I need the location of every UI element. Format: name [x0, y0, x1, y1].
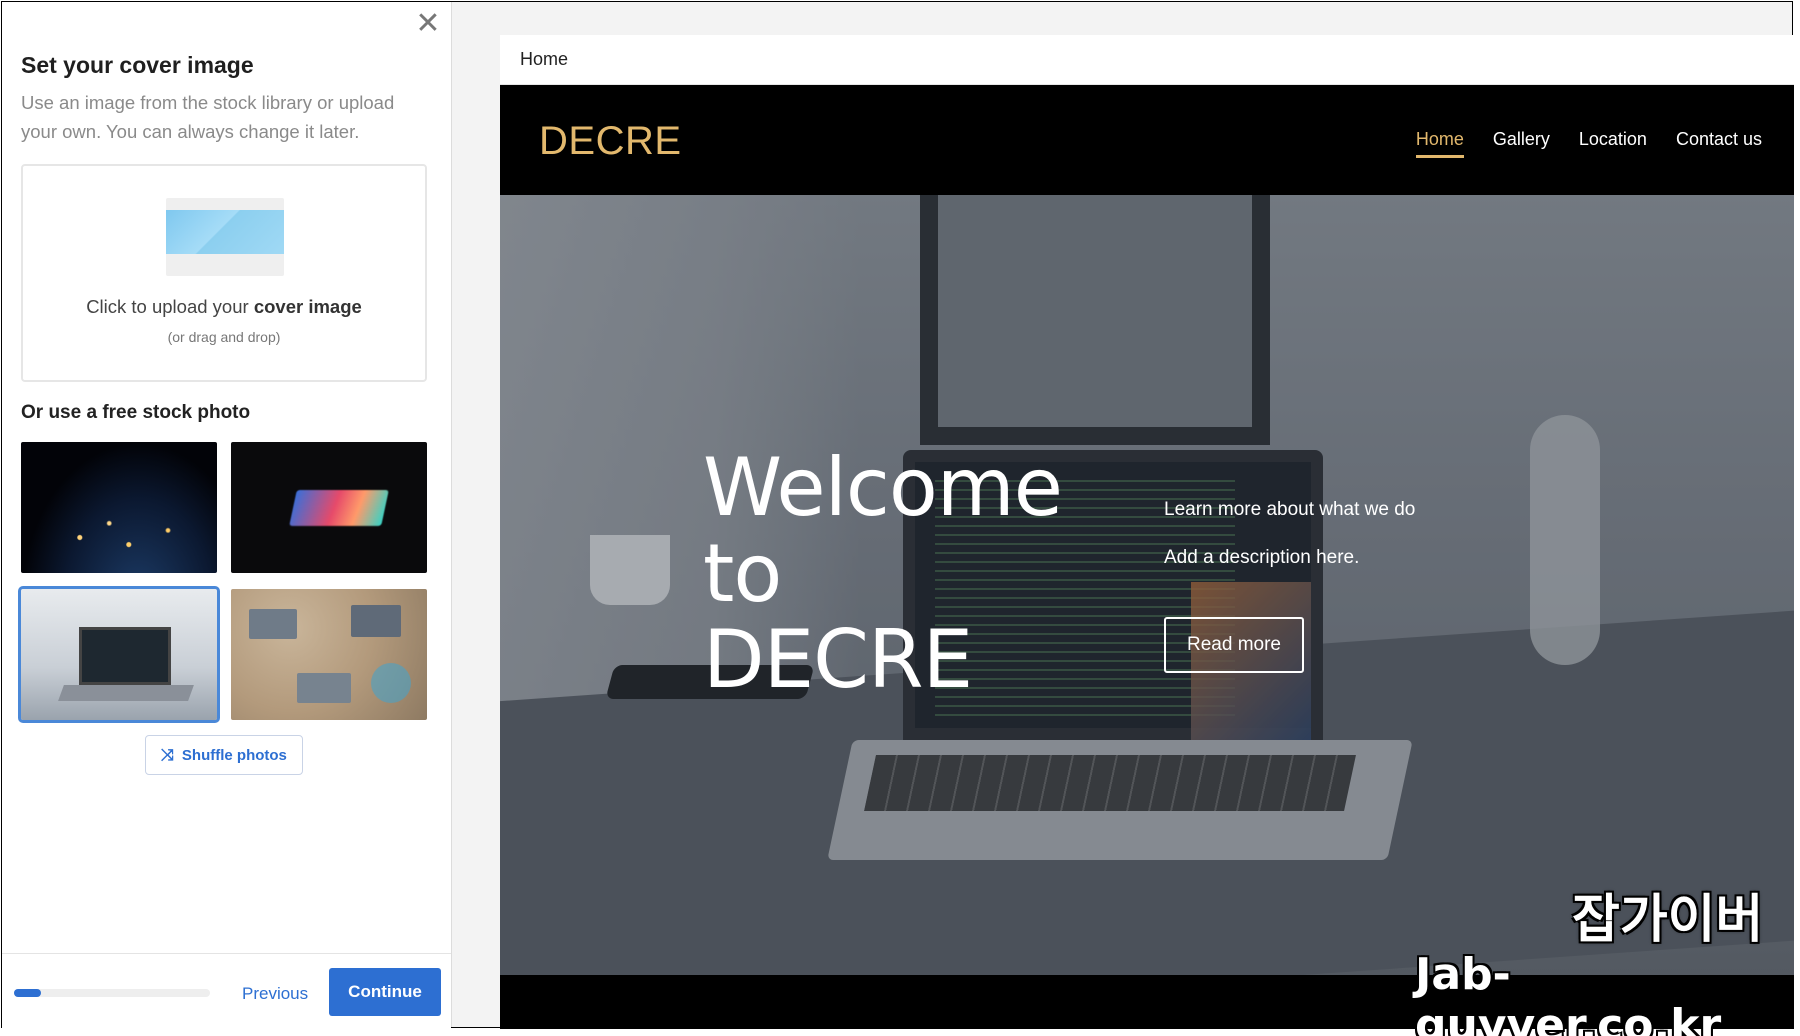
preview-tab-label: Home	[520, 49, 569, 69]
site-nav: Home Gallery Location Contact us	[1415, 129, 1762, 158]
shuffle-label: Shuffle photos	[181, 746, 287, 764]
site-header: DECRE Home Gallery Location Contact us	[500, 85, 1794, 195]
stock-photo-desk-laptop[interactable]	[18, 586, 220, 723]
shuffle-icon: ⤨	[161, 745, 174, 764]
upload-text: Click to upload your cover image	[23, 296, 425, 318]
cover-image-panel: ✕ Set your cover image Use an image from…	[2, 2, 452, 1029]
watermark-url: Jab-guyver.co.kr	[1415, 949, 1722, 1036]
shuffle-photos-button[interactable]: ⤨ Shuffle photos	[145, 735, 303, 775]
screenshot-frame: ✕ Set your cover image Use an image from…	[0, 0, 1800, 1036]
site-logo[interactable]: DECRE	[539, 119, 682, 164]
stock-section-title: Or use a free stock photo	[21, 402, 251, 423]
nav-contact-us[interactable]: Contact us	[1676, 129, 1762, 158]
upload-subtext: (or drag and drop)	[167, 329, 281, 345]
preview-page-tab: Home	[500, 35, 1794, 85]
upload-text-prefix: Click to upload your	[86, 296, 254, 317]
stock-photo-earth-night[interactable]	[21, 442, 217, 573]
panel-title: Set your cover image	[21, 52, 254, 78]
previous-button[interactable]: Previous	[234, 978, 316, 1010]
image-placeholder-icon	[166, 198, 284, 276]
hero-section: Welcome to DECRE Learn more about what w…	[500, 195, 1794, 975]
hero-description-line1: Learn more about what we do	[1164, 499, 1416, 520]
hero-title-line1: Welcome	[703, 441, 1063, 534]
hero-description-line2: Add a description here.	[1164, 547, 1360, 568]
nav-location[interactable]: Location	[1579, 129, 1647, 158]
nav-home[interactable]: Home	[1415, 129, 1464, 158]
app-window: ✕ Set your cover image Use an image from…	[1, 1, 1794, 1036]
watermark-korean: 잡가이버	[1572, 890, 1764, 950]
stock-photo-team-workspace[interactable]	[231, 589, 427, 720]
upload-dropzone[interactable]: Click to upload your cover image (or dra…	[21, 164, 427, 382]
hero-title-line2: to DECRE	[703, 527, 973, 706]
progress-fill	[14, 989, 42, 997]
panel-description: Use an image from the stock library or u…	[21, 92, 395, 142]
stock-photo-glowing-laptop[interactable]	[231, 442, 427, 573]
hero-title: Welcome to DECRE	[703, 445, 1063, 703]
progress-bar	[14, 989, 210, 997]
panel-footer: Previous Continue	[2, 953, 451, 1029]
continue-button[interactable]: Continue	[329, 968, 441, 1016]
read-more-button[interactable]: Read more	[1164, 617, 1304, 673]
close-icon[interactable]: ✕	[413, 9, 443, 40]
upload-text-bold: cover image	[253, 296, 362, 317]
nav-gallery[interactable]: Gallery	[1493, 129, 1550, 158]
